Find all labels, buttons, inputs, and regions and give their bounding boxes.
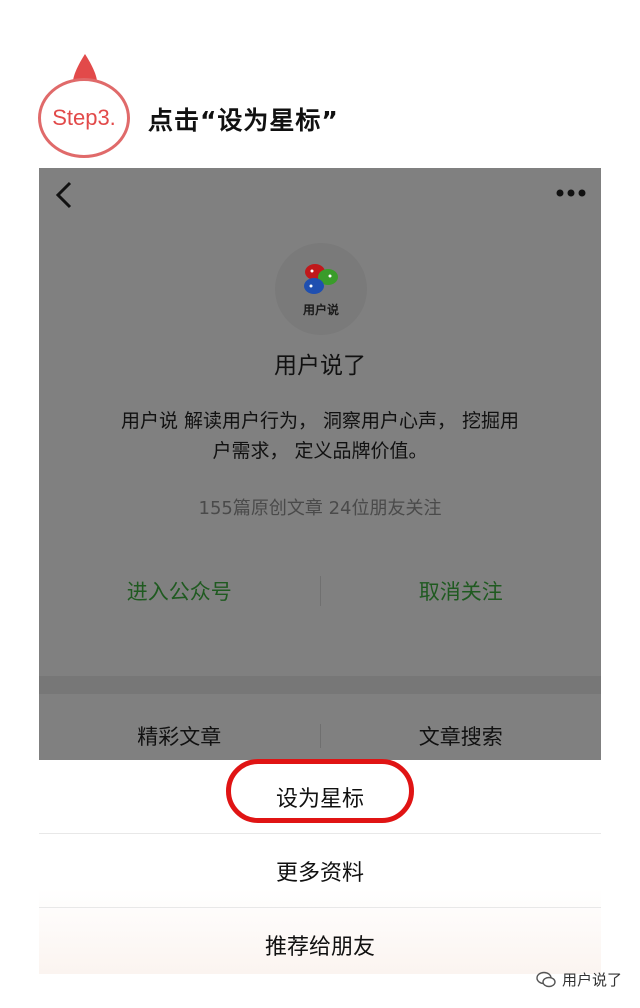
recommend-to-friend-button[interactable]: 推荐给朋友	[39, 908, 601, 981]
wechat-icon	[536, 971, 556, 987]
step-badge: Step3.	[38, 78, 130, 158]
watermark-text: 用户说了	[561, 971, 622, 989]
more-dots-icon[interactable]	[555, 186, 587, 200]
description-line: 用户说 解读用户行为， 洞察用户心声， 挖掘用	[120, 410, 520, 432]
description-line: 户需求， 定义品牌价值。	[212, 440, 428, 462]
enter-account-button[interactable]: 进入公众号	[39, 576, 320, 606]
section-separator	[39, 676, 601, 694]
step-title: 点击“设为星标”	[148, 106, 339, 135]
logo-caption: 用户说	[302, 302, 339, 317]
unfollow-button[interactable]: 取消关注	[321, 576, 602, 606]
action-sheet: 设为星标 更多资料 推荐给朋友	[39, 760, 601, 974]
back-arrow-icon[interactable]	[53, 180, 75, 210]
tab-articles[interactable]: 精彩文章	[39, 721, 320, 751]
profile-screen: 用户说 用户说了 用户说 解读用户行为， 洞察用户心声， 挖掘用 户需求， 定义…	[39, 168, 601, 760]
set-star-button[interactable]: 设为星标	[39, 760, 601, 834]
account-stats: 155篇原创文章 24位朋友关注	[198, 498, 442, 519]
logo-speech-bubbles	[304, 263, 338, 294]
account-avatar: 用户说	[275, 243, 367, 335]
account-name: 用户说了	[274, 353, 366, 379]
watermark: 用户说了	[536, 969, 622, 990]
action-row: 进入公众号 取消关注	[39, 574, 601, 608]
tab-article-search[interactable]: 文章搜索	[321, 721, 602, 751]
more-info-button[interactable]: 更多资料	[39, 834, 601, 908]
account-description: 用户说 解读用户行为， 洞察用户心声， 挖掘用 户需求， 定义品牌价值。	[99, 406, 541, 466]
tab-row: 精彩文章 文章搜索	[39, 718, 601, 754]
step-badge-label: Step3.	[52, 105, 116, 130]
